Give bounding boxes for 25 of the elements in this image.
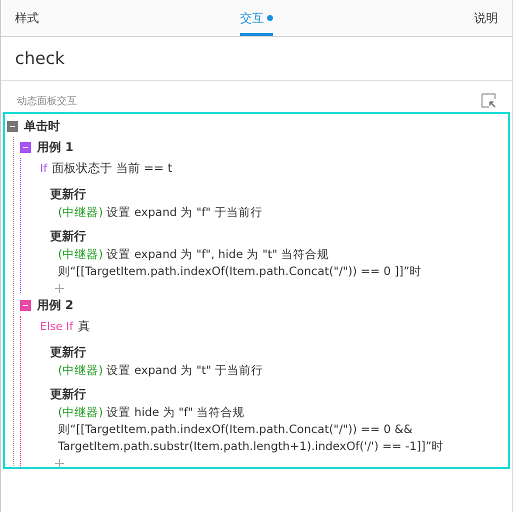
- widget-name: check: [15, 48, 65, 68]
- collapse-icon[interactable]: [20, 300, 31, 311]
- condition-text: 面板状态于 当前 == t: [52, 160, 172, 177]
- action-title: 更新行: [50, 386, 86, 402]
- section-label: 动态面板交互: [17, 94, 77, 108]
- add-icon[interactable]: [55, 459, 64, 468]
- condition-text: 真: [78, 318, 90, 335]
- case-title[interactable]: 用例 2: [37, 297, 74, 314]
- collapse-icon[interactable]: [20, 142, 31, 153]
- tab[interactable]: 样式: [15, 0, 39, 36]
- action-description: (中继器) 设置 expand 为 "t" 于当前行: [57, 362, 264, 379]
- action-description: (中继器) 设置 expand 为 "f", hide 为 "t" 当符合规则“[[TargetItem.path.indexOf(Item.path.Concat("/")) == 0 ]]”时: [57, 246, 422, 280]
- event-title[interactable]: 单击时: [24, 118, 60, 135]
- condition-keyword: If: [40, 162, 48, 175]
- action-title: 更新行: [50, 228, 86, 244]
- action-description: (中继器) 设置 hide 为 "f" 当符合规则“[[TargetItem.path.indexOf(Item.path.Concat("/")) == 0 && TargetItem.path.substr(Item.path.length+1).indexOf('/') == -1]]”时: [57, 404, 445, 455]
- add-icon[interactable]: [55, 284, 64, 293]
- collapse-all-icon[interactable]: [481, 93, 496, 108]
- collapse-icon[interactable]: [7, 121, 18, 132]
- tab[interactable]: 说明: [474, 0, 498, 36]
- action-description: (中继器) 设置 expand 为 "f" 于当前行: [57, 204, 264, 221]
- case-title[interactable]: 用例 1: [37, 139, 74, 156]
- condition-keyword: Else If: [40, 320, 74, 333]
- action-title: 更新行: [50, 186, 86, 202]
- action-title: 更新行: [50, 344, 86, 360]
